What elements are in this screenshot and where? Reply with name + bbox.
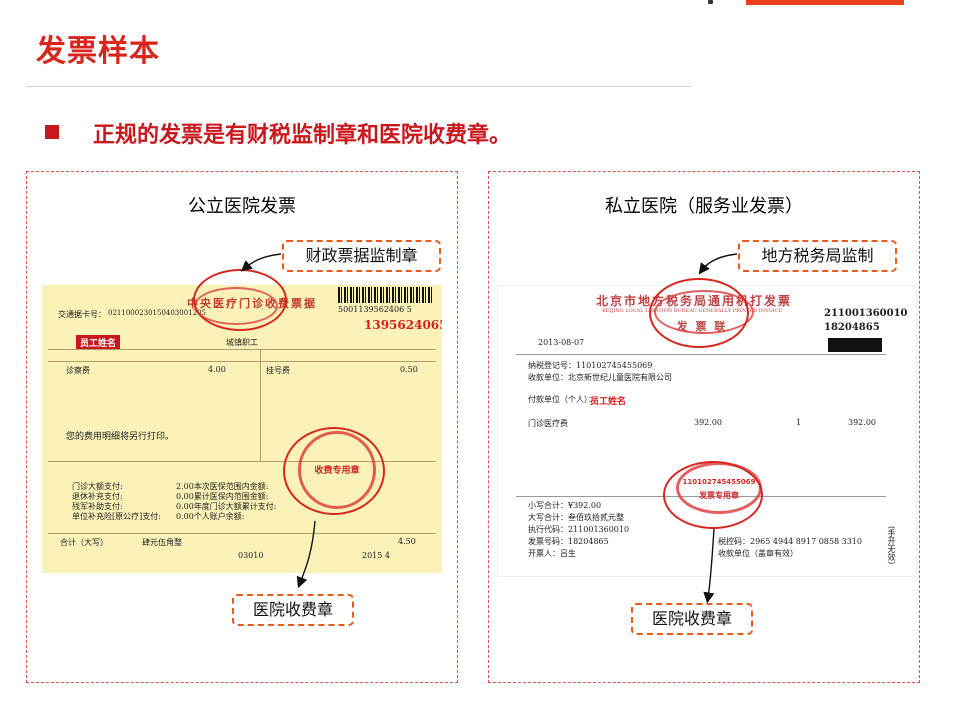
total-small: 小写合计：¥392.00 [528,501,602,510]
hospital-seal-highlight [283,427,385,515]
payer-label: 付款单位（个人）： [528,395,596,404]
private-panel-heading: 私立医院（服务业发票） [605,196,803,217]
public-panel-heading: 公立医院发票 [188,196,296,217]
top-accent-bar [746,0,904,5]
insurance-type: 城镇职工 [226,338,258,347]
public-hospital-seal-callout: 医院收费章 [232,594,354,626]
total-in-words: 肆元伍角整 [142,538,182,547]
tax-seal-highlight [649,278,749,348]
top-tick-mark [708,0,713,4]
payee-name: 收款单位：北京新世纪儿童医院有限公司 [528,373,672,382]
finance-seal-highlight [193,269,287,331]
pay-line-4: 单位补充险[原公疗]支付: [72,512,161,521]
total-label: 合计（大写） [60,538,108,547]
card-value: 0211000230150403001205 [108,309,206,317]
service-item: 门诊医疗费 [528,419,568,428]
invoice-code: 03010 [238,551,264,560]
tax-seal-callout: 地方税务局监制 [738,240,897,272]
public-name-label: 员工姓名 [76,335,121,350]
private-invoice-date: 2013-08-07 [538,338,585,347]
page-title: 发票样本 [36,34,160,69]
bullet-square-icon [45,125,59,139]
machine-code: 执行代码：211001360010 [528,525,630,534]
title-divider [26,86,692,87]
public-hospital-panel: 公立医院发票 中央医疗门诊收费票据 5001139562406 5 交通据卡号：… [26,171,458,683]
service-amount: 392.00 [694,418,722,427]
operator-line: 收款单位（盖章有效） [718,549,798,558]
item-right-value: 0.50 [400,365,418,374]
tax-control-code: 税控码：2965 4944 8917 0858 3310 [718,537,862,546]
total-value: 4.50 [398,537,416,546]
service-total: 392.00 [848,418,876,427]
invoice-date: 2015 4 [362,551,390,560]
private-hospital-seal-highlight [663,461,763,529]
private-invoice-code: 211001360010 [824,308,908,319]
handwritten-invalid-note: (手开无效) [887,526,896,565]
detail-note: 您的费用明细将另行打印。 [66,432,175,442]
barcode-number: 5001139562406 5 [338,305,412,314]
total-big: 大写合计：叁佰玖拾贰元整 [528,513,624,522]
private-hospital-panel: 私立医院（服务业发票） 北京市地方税务局通用机打发票 BEIJING LOCAL… [488,171,920,683]
service-qty: 1 [796,418,802,427]
payee-tax-no: 纳税登记号：110102745455069 [528,361,653,370]
item-left: 诊察费 [66,366,90,375]
private-invoice-number: 18204865 [824,322,880,333]
private-name-label: 员工姓名 [590,397,627,407]
amount-line-4: 0.00个人账户余额: [176,512,245,521]
item-left-value: 4.00 [208,365,226,374]
clerk-line: 开票人：吕生 [528,549,576,558]
public-serial-number: 1395624065 [364,318,442,332]
finance-seal-callout: 财政票据监制章 [282,240,441,272]
card-label: 交通据卡号： [58,310,106,319]
private-hospital-seal-callout: 医院收费章 [631,603,753,635]
barcode-icon [338,287,434,303]
invoice-no-line: 发票号码：18204865 [528,537,609,546]
redacted-block [828,338,882,352]
lead-statement: 正规的发票是有财税监制章和医院收费章。 [93,123,512,148]
item-right: 挂号费 [266,366,290,375]
